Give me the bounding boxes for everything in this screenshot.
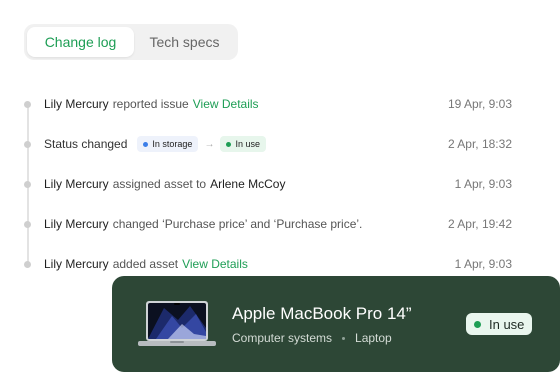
log-target: Arlene McCoy <box>210 177 286 191</box>
laptop-icon <box>138 301 216 346</box>
timeline-dot <box>24 261 31 268</box>
separator-dot <box>342 336 346 340</box>
log-action: Status changed <box>44 137 128 151</box>
log-timestamp: 2 Apr, 19:42 <box>447 217 512 231</box>
log-actor: Lily Mercury <box>44 217 109 231</box>
log-entry: Lily Mercury added asset View Details 1 … <box>24 254 512 274</box>
asset-type: Laptop <box>355 331 392 345</box>
status-dot-icon <box>226 141 232 147</box>
log-entry: Status changed In storage → In use 2 Apr… <box>24 134 512 154</box>
log-actor: Lily Mercury <box>44 177 109 191</box>
asset-card[interactable]: Apple MacBook Pro 14” Computer systems L… <box>112 276 560 372</box>
log-action: added asset <box>112 257 179 271</box>
log-actor: Lily Mercury <box>44 257 109 271</box>
status-badge-label: In use <box>235 139 260 149</box>
log-action: reported issue <box>112 97 189 111</box>
timeline-dot <box>24 181 31 188</box>
status-badge-in-use: In use <box>220 136 266 152</box>
view-details-link[interactable]: View Details <box>182 257 248 271</box>
asset-meta: Computer systems Laptop <box>232 331 392 345</box>
log-entry: Lily Mercury reported issue View Details… <box>24 94 512 114</box>
log-action: changed ‘Purchase price’ and ‘Purchase p… <box>112 217 363 231</box>
arrow-right-icon: → <box>204 138 215 150</box>
log-timestamp: 1 Apr, 9:03 <box>454 257 512 271</box>
asset-category: Computer systems <box>232 331 333 345</box>
asset-status-badge: In use <box>466 313 533 335</box>
status-dot-icon <box>143 141 149 147</box>
log-action: assigned asset to <box>112 177 207 191</box>
log-timestamp: 1 Apr, 9:03 <box>454 177 512 191</box>
view-details-link[interactable]: View Details <box>193 97 259 111</box>
timeline-dot <box>24 141 31 148</box>
asset-name: Apple MacBook Pro 14” <box>232 304 412 323</box>
log-actor: Lily Mercury <box>44 97 109 111</box>
timeline-dot <box>24 221 31 228</box>
timeline-dot <box>24 101 31 108</box>
log-entry: Lily Mercury changed ‘Purchase price’ an… <box>24 214 512 234</box>
status-badge-label: In storage <box>152 139 193 149</box>
log-entry: Lily Mercury assigned asset to Arlene Mc… <box>24 174 512 194</box>
log-timestamp: 19 Apr, 9:03 <box>447 97 512 111</box>
log-timestamp: 2 Apr, 18:32 <box>447 137 512 151</box>
status-dot-icon <box>474 320 481 328</box>
asset-status-label: In use <box>489 316 525 332</box>
status-badge-in-storage: In storage <box>137 136 199 152</box>
